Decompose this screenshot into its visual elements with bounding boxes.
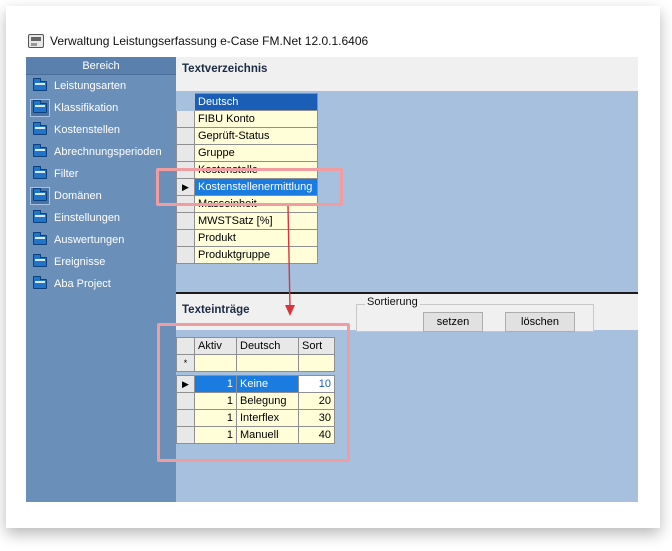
folder-icon xyxy=(30,231,50,249)
row-selector[interactable] xyxy=(176,229,195,247)
texteintraege-row[interactable]: ▶ 1 Keine 10 xyxy=(176,375,335,393)
sidebar-item-label: Aba Project xyxy=(54,278,111,290)
row-selector[interactable]: ▶ xyxy=(176,375,195,393)
column-header-deutsch[interactable]: Deutsch xyxy=(194,93,318,111)
cell-deutsch[interactable]: Belegung xyxy=(236,392,299,410)
new-cell-aktiv[interactable] xyxy=(194,354,237,372)
folder-icon xyxy=(30,275,50,293)
sidebar-item-aba-project[interactable]: Aba Project xyxy=(26,273,176,295)
annotation-arrow xyxy=(285,205,295,316)
texteintraege-row[interactable]: 1 Belegung 20 xyxy=(176,392,335,410)
folder-icon xyxy=(30,165,50,183)
textverzeichnis-row[interactable]: Gruppe xyxy=(176,144,318,162)
column-header-deutsch[interactable]: Deutsch xyxy=(236,337,299,355)
textverzeichnis-cell[interactable]: Kostenstellenermittlung xyxy=(194,178,318,196)
textverzeichnis-row[interactable]: FIBU Konto xyxy=(176,110,318,128)
window-title: Verwaltung Leistungserfassung e-Case FM.… xyxy=(50,34,369,48)
textverzeichnis-row[interactable]: ▶ Kostenstellenermittlung xyxy=(176,178,318,196)
textverzeichnis-row[interactable]: Kostenstelle xyxy=(176,161,318,179)
grid-corner xyxy=(176,93,195,111)
texteintraege-grid[interactable]: Aktiv Deutsch Sort * ▶ 1 Keine 10 1 Belegung 2… xyxy=(176,337,335,444)
title-bar: Verwaltung Leistungserfassung e-Case FM.… xyxy=(28,33,368,49)
folder-icon xyxy=(30,99,50,117)
cell-deutsch[interactable]: Manuell xyxy=(236,426,299,444)
folder-icon xyxy=(30,187,50,205)
sidebar-item-ereignisse[interactable]: Ereignisse xyxy=(26,251,176,273)
folder-icon xyxy=(30,121,50,139)
sidebar-item-leistungsarten[interactable]: Leistungsarten xyxy=(26,75,176,97)
sidebar-item-label: Kostenstellen xyxy=(54,124,121,136)
sidebar-item-label: Domänen xyxy=(54,190,102,202)
loeschen-button[interactable]: löschen xyxy=(505,312,575,332)
sortierung-label: Sortierung xyxy=(365,296,420,308)
sidebar-item-einstellungen[interactable]: Einstellungen xyxy=(26,207,176,229)
sidebar-item-label: Leistungsarten xyxy=(54,80,127,92)
sidebar-item-abrechnungsperioden[interactable]: Abrechnungsperioden xyxy=(26,141,176,163)
sidebar-item-klassifikation[interactable]: Klassifikation xyxy=(26,97,176,119)
textverzeichnis-header: Textverzeichnis xyxy=(176,57,638,91)
row-selector[interactable] xyxy=(176,110,195,128)
new-cell-deutsch[interactable] xyxy=(236,354,299,372)
sidebar-item-filter[interactable]: Filter xyxy=(26,163,176,185)
cell-aktiv[interactable]: 1 xyxy=(194,426,237,444)
row-selector[interactable] xyxy=(176,246,195,264)
cell-sort[interactable]: 10 xyxy=(298,375,335,393)
texteintraege-row[interactable]: 1 Interflex 30 xyxy=(176,409,335,427)
row-selector[interactable] xyxy=(176,161,195,179)
sidebar-item-label: Klassifikation xyxy=(54,102,119,114)
sortierung-group: Sortierung setzen löschen xyxy=(356,296,594,332)
folder-icon xyxy=(30,209,50,227)
textverzeichnis-row[interactable]: Geprüft-Status xyxy=(176,127,318,145)
textverzeichnis-cell[interactable]: Geprüft-Status xyxy=(194,127,318,145)
cell-aktiv[interactable]: 1 xyxy=(194,409,237,427)
textverzeichnis-cell[interactable]: Kostenstelle xyxy=(194,161,318,179)
cell-sort[interactable]: 20 xyxy=(298,392,335,410)
app-icon xyxy=(28,34,44,48)
cell-aktiv[interactable]: 1 xyxy=(194,392,237,410)
cell-deutsch[interactable]: Interflex xyxy=(236,409,299,427)
sidebar-item-domänen[interactable]: Domänen xyxy=(26,185,176,207)
grid-corner xyxy=(176,337,195,355)
row-selector[interactable] xyxy=(176,426,195,444)
cell-deutsch[interactable]: Keine xyxy=(236,375,299,393)
sidebar-list: Leistungsarten Klassifikation Kostenstelle… xyxy=(26,75,176,295)
sidebar-item-kostenstellen[interactable]: Kostenstellen xyxy=(26,119,176,141)
cell-sort[interactable]: 40 xyxy=(298,426,335,444)
new-row-marker: * xyxy=(176,354,195,372)
texteintraege-title: Texteinträge xyxy=(182,304,250,316)
sidebar-item-label: Einstellungen xyxy=(54,212,121,224)
new-cell-sort[interactable] xyxy=(298,354,335,372)
texteintraege-row[interactable]: 1 Manuell 40 xyxy=(176,426,335,444)
cell-sort[interactable]: 30 xyxy=(298,409,335,427)
row-selector[interactable]: ▶ xyxy=(176,178,195,196)
row-selector[interactable] xyxy=(176,392,195,410)
row-selector[interactable] xyxy=(176,409,195,427)
main-panel: Textverzeichnis Deutsch FIBU Konto Geprüf… xyxy=(176,57,638,502)
new-row[interactable]: * xyxy=(176,354,335,372)
sidebar-item-label: Filter xyxy=(54,168,79,180)
sidebar-item-label: Abrechnungsperioden xyxy=(54,146,162,158)
textverzeichnis-cell[interactable]: FIBU Konto xyxy=(194,110,318,128)
folder-icon xyxy=(30,77,50,95)
folder-icon xyxy=(30,253,50,271)
textverzeichnis-title: Textverzeichnis xyxy=(182,63,268,75)
folder-icon xyxy=(30,143,50,161)
row-selector[interactable] xyxy=(176,144,195,162)
column-header-aktiv[interactable]: Aktiv xyxy=(194,337,237,355)
sidebar: Bereich Leistungsarten Klassifikation Kost… xyxy=(26,57,176,502)
sidebar-item-label: Auswertungen xyxy=(54,234,125,246)
row-selector[interactable] xyxy=(176,195,195,213)
textverzeichnis-cell[interactable]: Gruppe xyxy=(194,144,318,162)
row-selector[interactable] xyxy=(176,212,195,230)
sidebar-item-label: Ereignisse xyxy=(54,256,106,268)
column-header-sort[interactable]: Sort xyxy=(298,337,335,355)
row-selector[interactable] xyxy=(176,127,195,145)
sidebar-header: Bereich xyxy=(26,57,176,75)
setzen-button[interactable]: setzen xyxy=(423,312,483,332)
sidebar-item-auswertungen[interactable]: Auswertungen xyxy=(26,229,176,251)
cell-aktiv[interactable]: 1 xyxy=(194,375,237,393)
